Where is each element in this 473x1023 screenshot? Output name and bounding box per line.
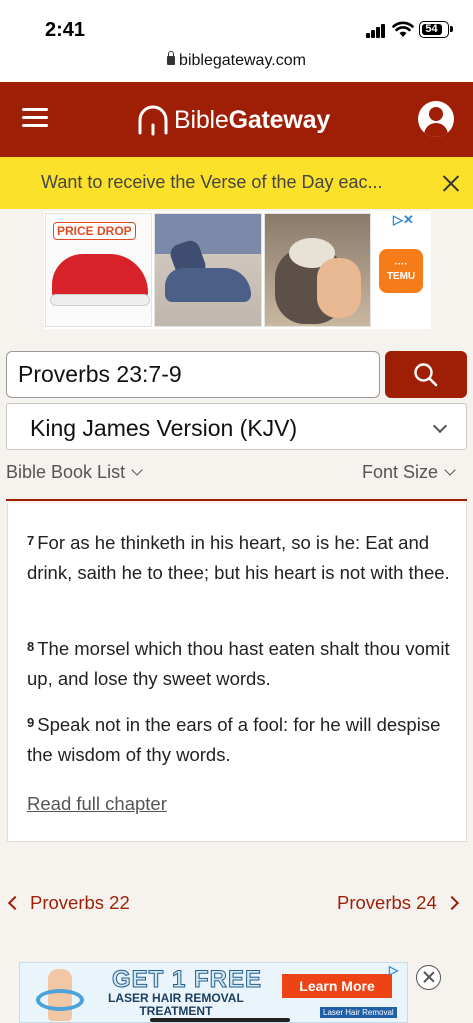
verse-text: For as he thinketh in his heart, so is h… bbox=[27, 532, 450, 583]
chevron-right-icon bbox=[444, 895, 459, 911]
chevron-down-icon bbox=[444, 464, 456, 476]
battery-icon: 54 bbox=[419, 21, 453, 38]
temu-logo[interactable]: ···· TEMU bbox=[379, 249, 423, 293]
passage-search-input[interactable]: Proverbs 23:7-9 bbox=[6, 351, 380, 398]
verse: 9 Speak not in the ears of a fool: for he… bbox=[27, 710, 455, 769]
version-select[interactable]: King James Version (KJV) bbox=[6, 403, 467, 450]
status-bar: 2:41 54 bbox=[0, 0, 473, 52]
logo-arch-icon bbox=[138, 105, 168, 136]
browser-url-bar[interactable]: biblegateway.com bbox=[0, 51, 473, 82]
logo-text: BibleGateway bbox=[174, 105, 331, 134]
read-full-chapter-link[interactable]: Read full chapter bbox=[27, 793, 167, 815]
verse-text: The morsel which thou hast eaten shalt t… bbox=[27, 638, 450, 689]
price-drop-badge: PRICE DROP bbox=[53, 222, 136, 240]
close-icon[interactable] bbox=[442, 174, 460, 192]
bible-book-list-dropdown[interactable]: Bible Book List bbox=[6, 462, 143, 483]
ad-product-image[interactable] bbox=[264, 213, 371, 327]
previous-chapter-link[interactable]: Proverbs 22 bbox=[7, 892, 130, 914]
status-time: 2:41 bbox=[45, 19, 86, 41]
menu-icon[interactable] bbox=[22, 108, 48, 128]
search-button[interactable] bbox=[385, 351, 467, 398]
verse-text: Speak not in the ears of a fool: for he … bbox=[27, 714, 441, 765]
ad-product-image[interactable]: PRICE DROP bbox=[45, 213, 152, 327]
search-icon bbox=[414, 363, 438, 387]
verse-of-day-text[interactable]: Want to receive the Verse of the Day eac… bbox=[41, 172, 383, 193]
cellular-signal-icon bbox=[366, 24, 386, 38]
user-account-icon[interactable] bbox=[418, 101, 454, 137]
site-logo[interactable]: BibleGateway bbox=[136, 102, 330, 138]
url-text: biblegateway.com bbox=[179, 52, 306, 69]
bottom-advertisement[interactable]: GET 1 FREE LASER HAIR REMOVAL TREATMENT L… bbox=[19, 962, 408, 1023]
divider bbox=[6, 499, 467, 501]
battery-level: 54 bbox=[421, 23, 442, 35]
font-size-dropdown[interactable]: Font Size bbox=[362, 462, 456, 483]
next-chapter-link[interactable]: Proverbs 24 bbox=[337, 892, 459, 914]
chevron-left-icon bbox=[7, 895, 23, 911]
ad-headline: GET 1 FREE bbox=[111, 966, 263, 994]
passage-content: 7 For as he thinketh in his heart, so is … bbox=[7, 503, 467, 842]
close-ad-icon[interactable] bbox=[416, 965, 441, 990]
version-selected-value: King James Version (KJV) bbox=[30, 415, 298, 441]
ad-small-label: Laser Hair Removal bbox=[320, 1007, 397, 1018]
verse-number: 9 bbox=[27, 715, 35, 730]
verse-number: 8 bbox=[27, 639, 35, 654]
top-advertisement[interactable]: PRICE DROP ▷✕ ···· TEMU bbox=[44, 211, 431, 329]
chevron-down-icon bbox=[131, 464, 143, 476]
verse: 7 For as he thinketh in his heart, so is … bbox=[27, 528, 455, 587]
wifi-icon bbox=[392, 21, 414, 37]
ad-product-image[interactable] bbox=[154, 213, 262, 327]
verse: 8 The morsel which thou hast eaten shalt … bbox=[27, 634, 455, 693]
ad-subtitle: LASER HAIR REMOVAL TREATMENT bbox=[108, 991, 244, 1018]
home-indicator bbox=[150, 1018, 290, 1022]
site-header: BibleGateway bbox=[0, 82, 473, 157]
chevron-down-icon bbox=[432, 418, 448, 434]
ad-choices-icon[interactable]: ▷ bbox=[389, 963, 407, 977]
ad-choices-icon[interactable]: ▷✕ bbox=[393, 212, 414, 228]
verse-number: 7 bbox=[27, 533, 35, 548]
learn-more-button[interactable]: Learn More bbox=[282, 974, 392, 998]
lock-icon bbox=[167, 51, 176, 65]
verse-of-day-banner[interactable]: Want to receive the Verse of the Day eac… bbox=[0, 157, 473, 209]
